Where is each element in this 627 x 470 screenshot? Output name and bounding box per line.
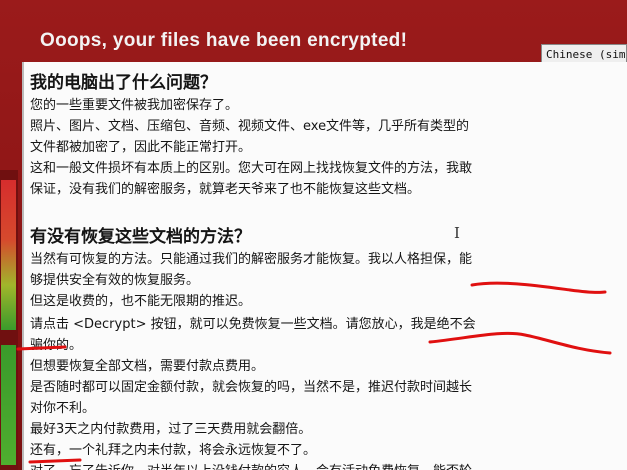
red-underline-4 [28,458,82,464]
red-underline-3 [16,345,67,351]
red-underline-2 [428,331,612,355]
red-annotation-marks [16,281,612,464]
ransom-window: Ooops, your files have been encrypted! C… [0,0,627,470]
red-underline-1 [470,281,607,294]
